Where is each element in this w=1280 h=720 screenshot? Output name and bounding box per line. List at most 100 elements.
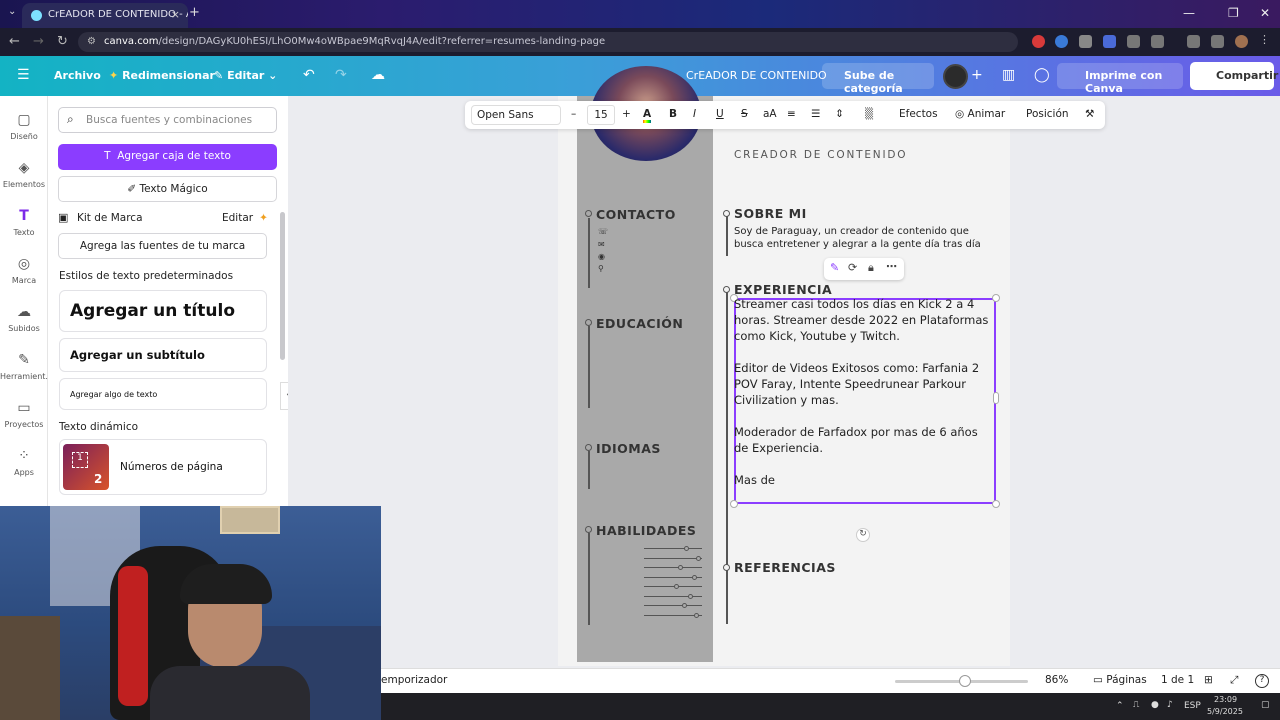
resume-page[interactable]: CONTACTO ☏ ✉ ◉ ⚲ EDUCACIÓN IDIOMAS HABIL…	[558, 66, 1010, 666]
new-tab-button[interactable]: +	[189, 5, 200, 20]
experience-line[interactable]: Streamer casi todos los días en Kick 2 a…	[734, 296, 994, 344]
decrease-font-size-button[interactable]: –	[571, 108, 576, 120]
resize-button[interactable]: ✦ Redimensionar	[109, 69, 215, 82]
pages-button[interactable]: ▭ Páginas	[1093, 674, 1147, 686]
italic-button[interactable]: I	[693, 108, 696, 120]
tab-list-icon[interactable]: ⌄	[8, 6, 16, 17]
align-left-icon[interactable]: ≡	[787, 108, 796, 120]
restore-button[interactable]: ❐	[1228, 6, 1239, 20]
experience-line[interactable]: Mas de	[734, 472, 994, 488]
strikethrough-button[interactable]: S	[741, 108, 748, 120]
rail-item-text[interactable]: T Texto	[0, 208, 48, 237]
section-idiomas[interactable]: IDIOMAS	[596, 441, 661, 456]
reading-list-icon[interactable]	[1211, 35, 1224, 48]
add-collaborator-button[interactable]: +	[971, 67, 983, 83]
brand-fonts-button[interactable]: Agrega las fuentes de tu marca	[58, 233, 267, 259]
extension-icon[interactable]	[1079, 35, 1092, 48]
page-counter[interactable]: 1 de 1	[1161, 674, 1194, 686]
forward-button[interactable]: →	[33, 34, 44, 49]
rail-item-elements[interactable]: ◈ Elementos	[0, 160, 48, 189]
notifications-icon[interactable]: ▢	[1261, 700, 1270, 710]
archivo-menu[interactable]: Archivo	[54, 69, 101, 82]
user-avatar[interactable]	[943, 64, 968, 89]
extension-icon[interactable]	[1055, 35, 1068, 48]
paint-format-icon[interactable]: ⚒	[1085, 108, 1094, 120]
font-size-input[interactable]: 15	[587, 105, 615, 125]
section-referencias[interactable]: REFERENCIAS	[734, 560, 836, 575]
add-textbox-button[interactable]: T Agregar caja de texto	[58, 144, 277, 170]
more-options-icon[interactable]: ⋯	[886, 260, 897, 273]
rail-item-tools[interactable]: ✎ Herramient...	[0, 352, 53, 381]
rail-item-apps[interactable]: ⁘ Apps	[0, 448, 48, 477]
upgrade-button[interactable]: Sube de categoría	[822, 63, 934, 95]
undo-button[interactable]: ↶	[303, 67, 315, 83]
share-button[interactable]: Compartir	[1190, 62, 1278, 90]
browser-menu-icon[interactable]: ⋮	[1259, 33, 1272, 46]
site-info-icon[interactable]: ⚙	[87, 36, 96, 47]
list-icon[interactable]: ☰	[811, 108, 820, 120]
section-habilidades[interactable]: HABILIDADES	[596, 523, 696, 538]
redo-button[interactable]: ↷	[335, 67, 347, 83]
resize-handle[interactable]	[992, 500, 1000, 508]
extensions-puzzle-icon[interactable]	[1151, 35, 1164, 48]
experience-line[interactable]: Moderador de Farfadox por mas de 6 años …	[734, 424, 994, 456]
edit-menu[interactable]: ✎ Editar ⌄	[214, 69, 277, 82]
fullscreen-icon[interactable]: ⤢	[1230, 674, 1238, 687]
add-body-option[interactable]: Agregar algo de texto	[59, 378, 267, 410]
font-family-select[interactable]: Open Sans	[471, 105, 561, 125]
lock-icon[interactable]: 🔒︎	[868, 261, 874, 275]
about-text[interactable]: Soy de Paraguay, un creador de contenido…	[734, 225, 996, 251]
section-contacto[interactable]: CONTACTO	[596, 207, 676, 222]
extension-icon[interactable]	[1032, 35, 1045, 48]
profile-avatar[interactable]	[1235, 35, 1248, 48]
hamburger-menu-icon[interactable]: ☰	[17, 67, 30, 83]
mic-icon[interactable]: ●	[1151, 700, 1159, 710]
network-icon[interactable]: ⎍	[1133, 700, 1139, 710]
effects-button[interactable]: Efectos	[899, 108, 938, 120]
rail-item-projects[interactable]: ▭ Proyectos	[0, 400, 48, 429]
transparency-icon[interactable]: ▒	[865, 108, 873, 120]
rail-item-uploads[interactable]: ☁ Subidos	[0, 304, 48, 333]
panel-scrollbar[interactable]	[280, 212, 285, 360]
zoom-level[interactable]: 86%	[1045, 674, 1068, 686]
comments-icon[interactable]: ◯	[1034, 67, 1050, 83]
section-sobre-mi[interactable]: SOBRE MI	[734, 206, 807, 221]
grid-view-icon[interactable]: ⊞	[1204, 674, 1213, 686]
help-button[interactable]: ?	[1255, 674, 1269, 688]
download-icon[interactable]	[1187, 35, 1200, 48]
spacing-icon[interactable]: ⇕	[835, 108, 844, 120]
browser-tab[interactable]: CrEADOR DE CONTENIDO - A4 ×	[22, 3, 188, 28]
letter-case-button[interactable]: aA	[763, 108, 777, 120]
clock-date[interactable]: 5/9/2025	[1207, 707, 1243, 716]
minimize-button[interactable]: —	[1183, 6, 1195, 20]
magic-text-button[interactable]: ✐ Texto Mágico	[58, 176, 277, 202]
print-button[interactable]: Imprime con Canva	[1057, 63, 1183, 95]
url-input[interactable]: ⚙ canva.com/design/DAGyKU0hESI/LhO0Mw4oW…	[78, 32, 1018, 52]
design-title[interactable]: CrEADOR DE CONTENIDO	[686, 69, 827, 82]
extension-icon[interactable]	[1127, 35, 1140, 48]
resize-handle[interactable]	[730, 500, 738, 508]
rotate-handle-icon[interactable]: ↻	[856, 528, 870, 542]
section-experiencia[interactable]: EXPERIENCIA	[734, 282, 832, 297]
font-search-input[interactable]: ⌕ Busca fuentes y combinaciones	[58, 107, 277, 133]
extension-icon[interactable]	[1103, 35, 1116, 48]
clock-time[interactable]: 23:09	[1214, 695, 1237, 704]
increase-font-size-button[interactable]: +	[622, 108, 631, 120]
magic-write-icon[interactable]: ✎	[830, 261, 839, 274]
zoom-slider-handle[interactable]	[959, 675, 971, 687]
text-color-button[interactable]: A	[643, 108, 652, 123]
add-title-option[interactable]: Agregar un título	[59, 290, 267, 332]
reload-button[interactable]: ↻	[57, 34, 68, 49]
brand-kit-edit[interactable]: Editar ✦	[222, 212, 268, 224]
refresh-icon[interactable]: ⟳	[848, 261, 857, 274]
section-educacion[interactable]: EDUCACIÓN	[596, 316, 683, 331]
close-window-button[interactable]: ✕	[1260, 6, 1270, 20]
rail-item-brand[interactable]: ◎ Marca	[0, 256, 48, 285]
rail-item-design[interactable]: ▢ Diseño	[0, 112, 48, 141]
position-button[interactable]: Posición	[1026, 108, 1069, 120]
cloud-save-icon[interactable]: ☁	[371, 67, 385, 83]
insights-chart-icon[interactable]: ▥	[1002, 67, 1015, 83]
bold-button[interactable]: B	[669, 108, 677, 120]
tab-close-icon[interactable]: ×	[171, 8, 180, 21]
add-subtitle-option[interactable]: Agregar un subtítulo	[59, 338, 267, 372]
